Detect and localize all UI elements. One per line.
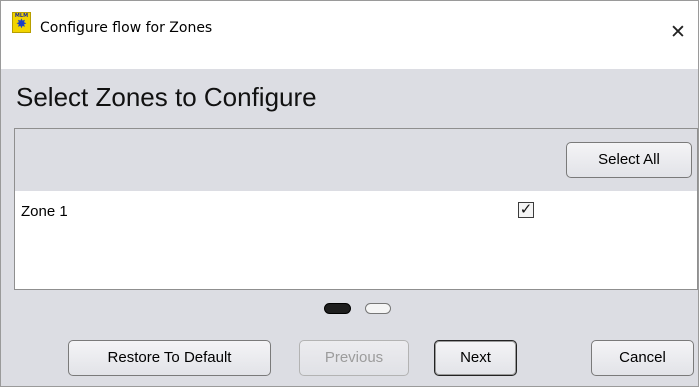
next-button[interactable]: Next — [434, 340, 517, 376]
panel-toolbar: Select All — [15, 129, 697, 191]
zone-label: Zone 1 — [21, 203, 68, 220]
cancel-button[interactable]: Cancel — [591, 340, 694, 376]
page-indicator-inactive — [365, 303, 391, 314]
window-title: Configure flow for Zones — [40, 20, 213, 36]
dialog-window: MLM ✸ Configure flow for Zones ✕ Select … — [0, 0, 699, 387]
zones-panel: Select All Zone 1 ✓ — [14, 128, 698, 290]
zone-checkbox[interactable]: ✓ — [518, 202, 534, 218]
close-icon[interactable]: ✕ — [667, 21, 689, 43]
app-icon: MLM ✸ — [12, 12, 31, 33]
restore-default-button[interactable]: Restore To Default — [68, 340, 271, 376]
zone-list: Zone 1 ✓ — [15, 191, 697, 289]
page-indicator-active — [324, 303, 351, 314]
previous-button[interactable]: Previous — [299, 340, 409, 376]
burst-icon: ✸ — [16, 17, 27, 32]
select-all-button[interactable]: Select All — [566, 142, 692, 178]
title-bar[interactable]: MLM ✸ Configure flow for Zones ✕ — [1, 1, 698, 69]
page-heading: Select Zones to Configure — [16, 82, 317, 112]
